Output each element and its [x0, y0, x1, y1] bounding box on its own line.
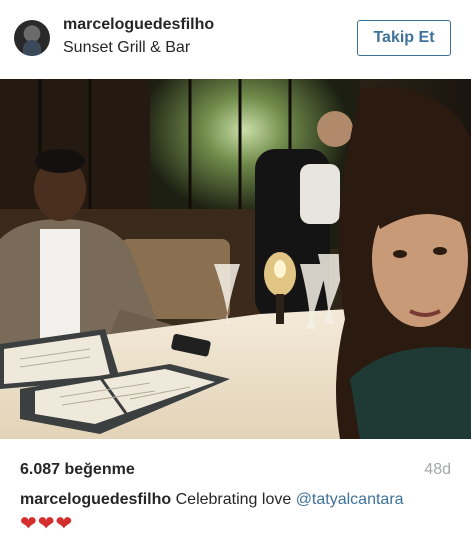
post-header: marceloguedesfilho Sunset Grill & Bar Ta…	[0, 0, 471, 79]
caption-mention[interactable]: @tatyalcantara	[296, 491, 404, 508]
heart-emoji-icon: ❤❤❤	[20, 513, 74, 535]
location-link[interactable]: Sunset Grill & Bar	[63, 39, 190, 57]
profile-avatar[interactable]	[14, 20, 50, 56]
post-caption: marceloguedesfilho Celebrating love @tat…	[20, 491, 460, 509]
header-username[interactable]: marceloguedesfilho	[63, 16, 214, 34]
restaurant-photo	[0, 79, 471, 439]
caption-username[interactable]: marceloguedesfilho	[20, 491, 171, 508]
follow-button[interactable]: Takip Et	[357, 20, 451, 56]
post-age: 48d	[424, 461, 451, 478]
caption-text: Celebrating love	[175, 491, 292, 508]
post-photo[interactable]	[0, 79, 471, 439]
post-footer: 6.087 beğenme 48d marceloguedesfilho Cel…	[0, 439, 471, 541]
like-count[interactable]: 6.087 beğenme	[20, 461, 135, 479]
